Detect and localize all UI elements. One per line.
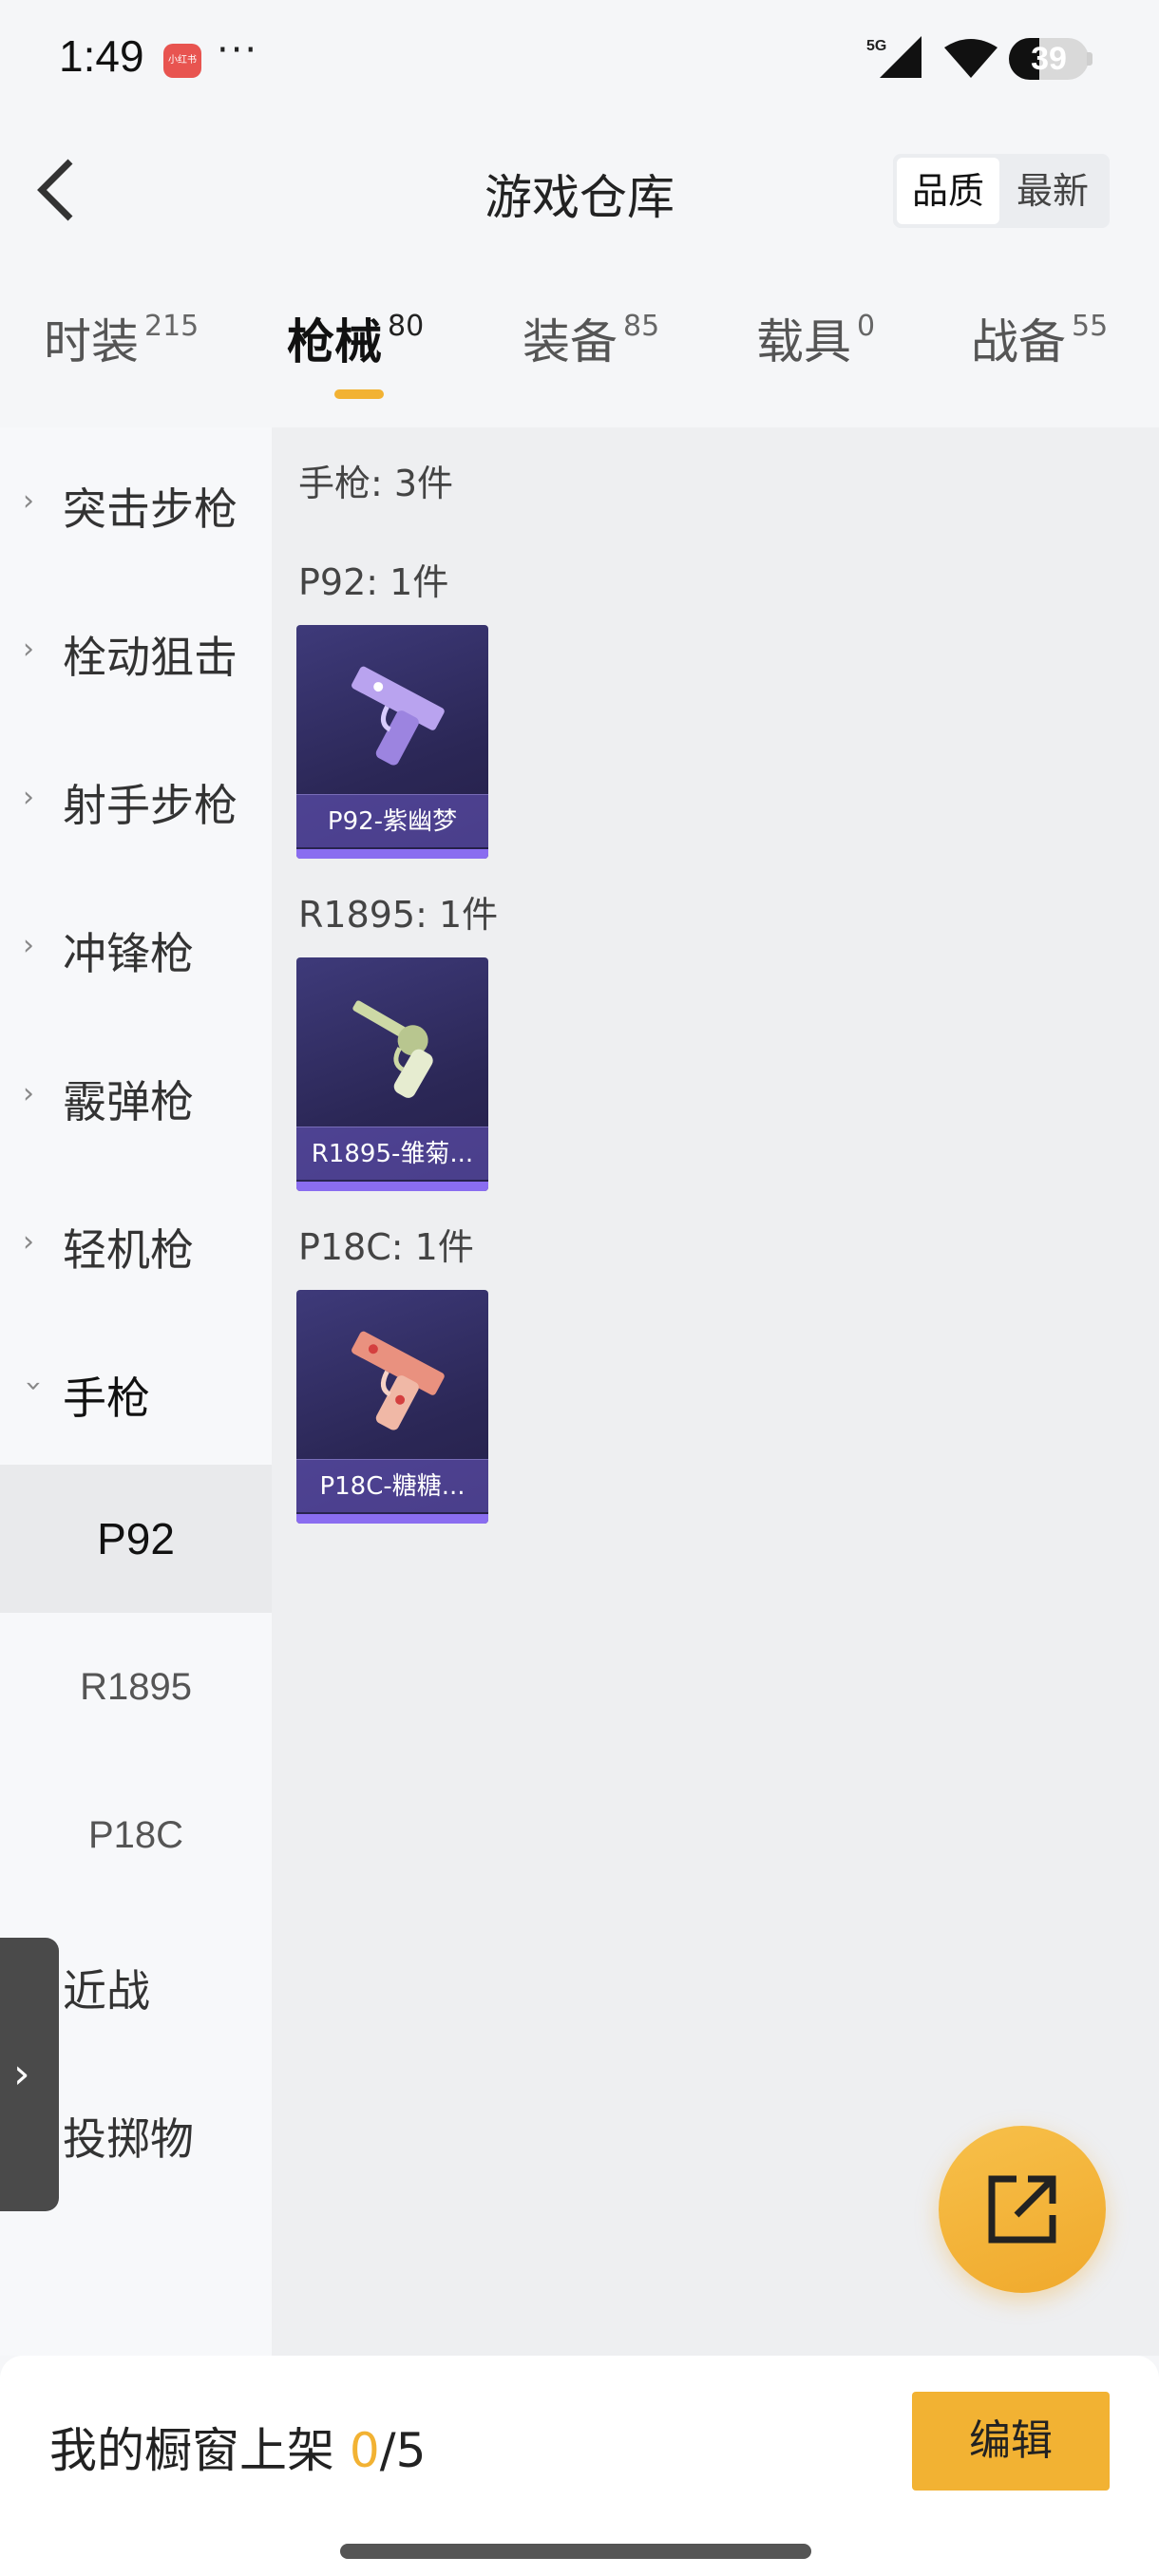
sidebar-item-label: 手枪 <box>63 1373 150 1424</box>
side-drawer-handle[interactable]: › <box>0 1938 59 2211</box>
section-heading-p92: P92: 1件 <box>298 561 449 603</box>
showcase-status: 我的橱窗上架 0/5 <box>49 2413 426 2481</box>
tab-label: 战备 <box>971 314 1066 369</box>
rarity-bar <box>296 849 488 859</box>
category-tabs: 时装 215 枪械 80 装备 85 载具 0 战备 55 <box>0 304 1159 408</box>
chevron-down-icon: › <box>17 1380 50 1392</box>
warehouse-page: 1:49 小红书 ··· 5G 39 游戏仓库 品质 最新 时装 215 枪械 80… <box>0 0 1159 2576</box>
sidebar-item-smg[interactable]: › 冲锋枪 <box>0 872 272 1020</box>
section-heading-r1895: R1895: 1件 <box>298 894 499 936</box>
sidebar-item-bolt-sniper[interactable]: › 栓动狙击 <box>0 576 272 724</box>
item-name: R1895-雏菊... <box>296 1127 488 1180</box>
sidebar-item-pistol[interactable]: › 手枪 <box>0 1316 272 1465</box>
revolver-skin-icon <box>352 1000 433 1098</box>
sidebar-item-label: 栓动狙击 <box>63 632 238 683</box>
tab-vehicles[interactable]: 载具 0 <box>756 304 875 372</box>
showcase-label: 我的橱窗上架 <box>49 2423 334 2478</box>
pistol-skin-icon <box>352 1331 445 1430</box>
showcase-total-count: /5 <box>379 2423 427 2478</box>
sidebar-item-marksman-rifle[interactable]: › 射手步枪 <box>0 724 272 872</box>
more-notifications-icon: ··· <box>217 28 259 72</box>
rarity-bar <box>296 1514 488 1524</box>
item-name: P92-紫幽梦 <box>296 794 488 847</box>
sidebar-subitem-r1895[interactable]: R1895 <box>0 1613 272 1761</box>
tab-label: 枪械 <box>287 314 382 369</box>
tab-count: 0 <box>857 310 876 343</box>
chevron-right-icon: › <box>23 484 34 518</box>
sidebar-item-label: 冲锋枪 <box>63 928 194 979</box>
notification-app-icon: 小红书 <box>163 44 201 78</box>
sidebar-item-label: 霰弹枪 <box>63 1076 194 1127</box>
item-list-panel: 手枪: 3件 P92: 1件 P92-紫幽梦 R1895: 1件 R1895-雏… <box>272 427 1159 2356</box>
tab-equipment[interactable]: 装备 85 <box>522 304 659 372</box>
sidebar-item-label: 射手步枪 <box>63 780 238 831</box>
tab-label: 装备 <box>522 314 618 369</box>
tab-count: 55 <box>1072 310 1109 343</box>
sort-by-newest-button[interactable]: 最新 <box>1001 158 1104 224</box>
chevron-right-icon: › <box>13 2050 30 2098</box>
sort-toggle: 品质 最新 <box>893 154 1110 228</box>
chevron-right-icon: › <box>23 1077 34 1110</box>
cellular-signal-icon <box>880 36 922 78</box>
tab-count: 80 <box>388 310 425 343</box>
sidebar-subitem-p18c[interactable]: P18C <box>0 1761 272 1909</box>
tab-fashion[interactable]: 时装 215 <box>44 304 199 372</box>
chevron-right-icon: › <box>23 1225 34 1259</box>
battery-icon: 39 <box>1009 38 1089 80</box>
tab-count: 215 <box>144 310 200 343</box>
battery-level: 39 <box>1031 41 1067 77</box>
section-heading-p18c: P18C: 1件 <box>298 1226 474 1268</box>
home-indicator[interactable] <box>340 2544 811 2559</box>
chevron-right-icon: › <box>23 929 34 962</box>
rarity-bar <box>296 1182 488 1191</box>
active-tab-indicator <box>334 389 384 399</box>
sidebar-item-label: 轻机枪 <box>63 1224 194 1276</box>
edit-button[interactable]: 编辑 <box>912 2392 1110 2491</box>
sidebar-item-label: 突击步枪 <box>63 483 238 535</box>
sidebar-item-label: 投掷物 <box>63 2113 194 2165</box>
tab-label: 时装 <box>44 314 139 369</box>
category-summary: 手枪: 3件 <box>298 463 454 504</box>
showcase-current-count: 0 <box>349 2423 380 2478</box>
sidebar-item-label: 近战 <box>63 1965 150 2017</box>
item-card-p92[interactable]: P92-紫幽梦 <box>296 625 488 859</box>
tab-label: 载具 <box>756 314 851 369</box>
tab-supplies[interactable]: 战备 55 <box>971 304 1108 372</box>
sidebar-item-lmg[interactable]: › 轻机枪 <box>0 1168 272 1316</box>
item-card-p18c[interactable]: P18C-糖糖... <box>296 1290 488 1524</box>
wifi-icon <box>944 39 998 78</box>
bottom-bar: 我的橱窗上架 0/5 编辑 <box>0 2356 1159 2576</box>
item-card-r1895[interactable]: R1895-雏菊... <box>296 957 488 1191</box>
tab-count: 85 <box>623 310 660 343</box>
share-external-icon <box>988 2175 1056 2244</box>
chevron-right-icon: › <box>23 781 34 814</box>
chevron-right-icon: › <box>23 633 34 666</box>
sidebar-item-assault-rifle[interactable]: › 突击步枪 <box>0 427 272 576</box>
status-bar: 1:49 小红书 ··· 5G 39 <box>0 0 1159 114</box>
pistol-skin-icon <box>352 666 445 766</box>
sidebar-item-shotgun[interactable]: › 霰弹枪 <box>0 1020 272 1168</box>
tab-firearms[interactable]: 枪械 80 <box>287 304 424 372</box>
status-time: 1:49 <box>59 31 144 81</box>
share-button[interactable] <box>939 2126 1106 2293</box>
battery-tip <box>1087 52 1092 66</box>
sort-by-quality-button[interactable]: 品质 <box>897 158 999 224</box>
sidebar-subitem-p92[interactable]: P92 <box>0 1465 272 1613</box>
item-name: P18C-糖糖... <box>296 1459 488 1512</box>
